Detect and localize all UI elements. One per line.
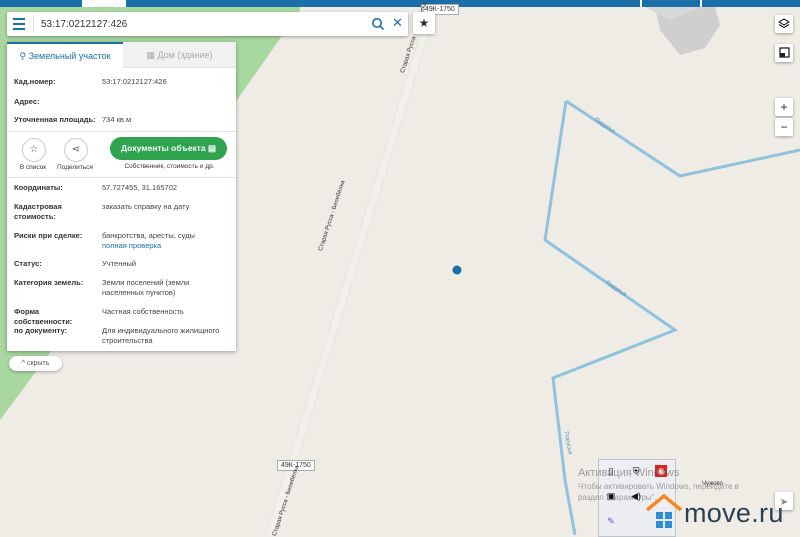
clear-search-icon[interactable]: ✕ (392, 16, 403, 30)
ownership-label: Форма собственности: (14, 307, 73, 326)
brand-wordmark: move.ru (684, 498, 784, 528)
document-icon: ▤ (207, 143, 216, 153)
address-label: Адрес: (14, 97, 40, 106)
area-label: Уточненная площадь: (14, 115, 96, 124)
parcel-info-panel: ⚲ Земельный участок ▦ Дом (здание) Кад.н… (7, 42, 236, 351)
hamburger-menu-icon[interactable] (13, 18, 25, 30)
area-value: 734 кв.м (102, 115, 132, 124)
ownership-value: Частная собственность (102, 307, 184, 316)
coords-value: 57.727455, 31.165702 (102, 183, 178, 192)
top-strip-divider-2 (700, 0, 702, 7)
tab-building[interactable]: ▦ Дом (здание) (123, 42, 236, 68)
share-label: Поделиться (57, 164, 93, 171)
cadastral-number-label: Кад.номер: (14, 77, 56, 86)
full-check-link[interactable]: полная проверка (102, 241, 230, 251)
zoom-out-icon: − (780, 120, 788, 134)
permitted-use-value: Для индивидуального жилищного строительс… (102, 326, 220, 345)
top-strip (0, 0, 800, 7)
brand-logo: move.ru (640, 492, 800, 535)
risks-label: Риски при сделке: (14, 231, 83, 240)
house-logo-icon (645, 493, 683, 528)
divider-2 (7, 177, 236, 178)
search-icon[interactable] (371, 17, 385, 31)
documents-subtitle: Собственник, стоимость и др. (124, 163, 215, 170)
risks-value: банкротства, аресты, суды (102, 231, 195, 240)
cadastral-value-label: Кадастровая стоимость: (14, 202, 62, 221)
panel-tabs: ⚲ Земельный участок ▦ Дом (здание) (7, 42, 236, 68)
status-label: Статус: (14, 259, 42, 268)
risks-value-wrap: банкротства, аресты, суды полная проверк… (102, 231, 230, 251)
square-icon (778, 47, 790, 58)
star-icon: ★ (418, 16, 430, 30)
hide-panel-button[interactable]: ^ скрыть (9, 356, 62, 371)
favorites-star-button[interactable]: ★ (413, 12, 435, 34)
person-pin-icon: ⚲ (19, 51, 27, 61)
top-strip-divider (640, 0, 642, 7)
tab-land-plot[interactable]: ⚲ Земельный участок (7, 42, 123, 68)
permitted-use-label: по документу: (14, 326, 68, 335)
parcel-marker[interactable] (452, 265, 462, 275)
map-type-button[interactable] (775, 44, 793, 62)
status-value: Учтенный (102, 259, 137, 268)
search-separator (33, 15, 34, 33)
tab-land-plot-label: Земельный участок (28, 51, 111, 61)
top-strip-tab[interactable] (82, 0, 126, 7)
documents-button-label: Документы объекта (121, 143, 206, 153)
layers-icon (777, 18, 791, 29)
share-icon: ⋖ (71, 144, 81, 155)
documents-button[interactable]: Документы объекта ▤ (110, 137, 227, 160)
building-icon: ▦ (146, 50, 155, 60)
land-category-label: Категория земель: (14, 278, 84, 287)
hide-panel-label: скрыть (26, 360, 50, 367)
divider (7, 131, 236, 132)
activation-watermark-title: Активация Windows (578, 467, 680, 479)
share-button[interactable]: ⋖ (64, 138, 88, 162)
search-bar: ✕ (7, 12, 408, 36)
pen-icon[interactable]: ✎ (605, 515, 617, 527)
cadastral-number-link[interactable]: 53:17:0212127:426 (102, 77, 230, 87)
tab-building-label: Дом (здание) (157, 50, 213, 60)
layers-button[interactable] (775, 15, 793, 33)
order-certificate-link[interactable]: заказать справку на дату (102, 202, 230, 212)
land-category-value: Земли поселений (земли населенных пункто… (102, 278, 190, 297)
zoom-out-button[interactable]: − (775, 118, 793, 136)
star-outline-icon: ☆ (29, 144, 39, 155)
coords-label: Координаты: (14, 183, 63, 192)
add-to-list-button[interactable]: ☆ (22, 138, 46, 162)
zoom-in-button[interactable]: + (775, 98, 793, 116)
zoom-in-icon: + (780, 100, 788, 114)
activation-watermark-text: Чтобы активировать Windows, перейдите в (578, 482, 739, 491)
search-input[interactable] (41, 15, 361, 33)
